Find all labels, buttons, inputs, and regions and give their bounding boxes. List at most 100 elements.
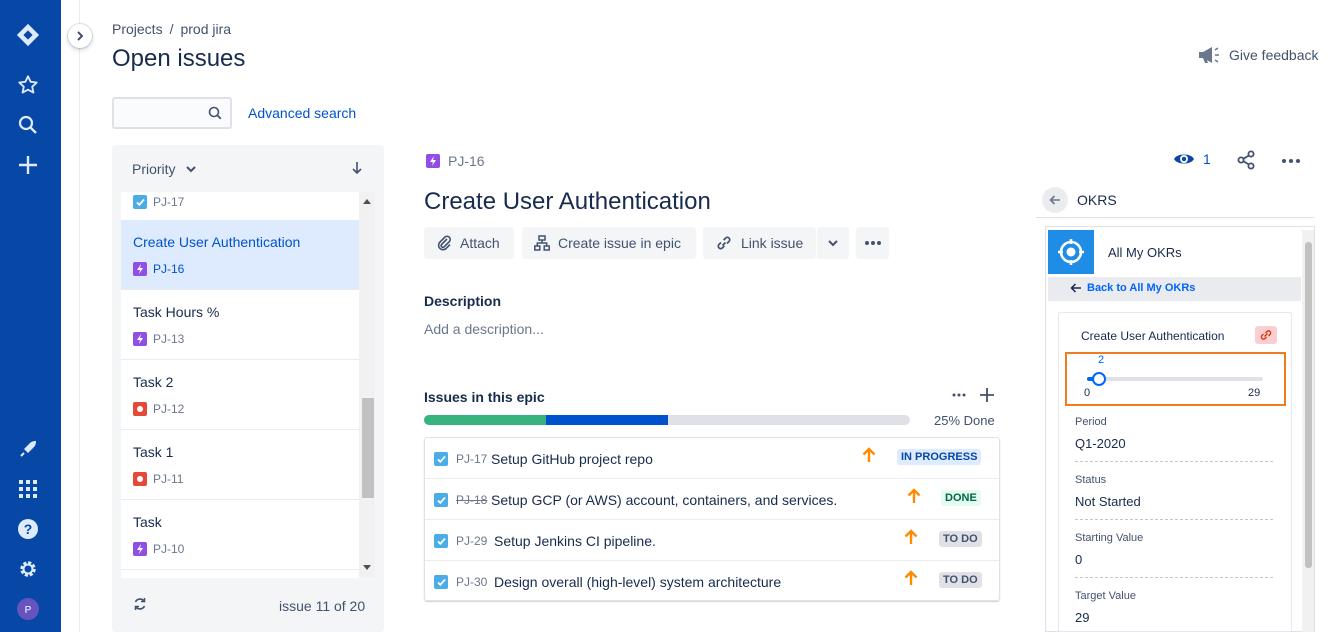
task-icon [434,452,448,466]
star-icon[interactable] [16,73,40,97]
issue-summary[interactable]: Setup Jenkins CI pipeline. [494,533,656,549]
issue-key-link[interactable]: PJ-16 [426,153,485,169]
share-icon[interactable] [1236,150,1256,175]
scroll-up-icon[interactable] [363,198,371,204]
pager-label: issue 11 of 20 [279,598,366,614]
avatar[interactable]: P [16,597,40,621]
paperclip-icon [437,235,451,251]
breadcrumb-projects[interactable]: Projects [112,21,163,37]
epic-icon [426,154,440,168]
table-row[interactable]: PJ-29 Setup Jenkins CI pipeline. TO DO [425,520,999,561]
status-badge[interactable]: IN PROGRESS [897,449,982,465]
link-issue-button[interactable]: Link issue [703,227,816,259]
issue-key[interactable]: PJ-18 [456,493,487,507]
okr-scrollbar-thumb[interactable] [1305,242,1312,568]
sort-order-button[interactable] [352,161,362,177]
more-toolbar-button[interactable] [856,227,889,259]
progress-slider-track[interactable] [1087,377,1263,381]
search-input[interactable] [112,97,232,129]
issue-key: PJ-16 [153,262,185,276]
epic-icon [133,542,147,556]
ellipsis-icon [864,241,881,245]
status-badge[interactable]: TO DO [939,531,982,547]
arrow-down-icon [352,162,362,175]
status-value: Not Started [1075,494,1141,509]
starting-value-label: Starting Value [1075,532,1144,544]
progress-in-progress-segment [546,415,668,425]
issue-key[interactable]: PJ-29 [456,534,487,548]
priority-high-icon [862,447,876,462]
description-heading: Description [424,293,502,309]
apps-grid-icon[interactable] [16,477,40,501]
issue-key[interactable]: PJ-17 [456,452,487,466]
list-item[interactable]: Task PJ-10 [121,500,359,570]
issue-key[interactable]: PJ-30 [456,575,487,589]
chevron-down-icon [185,166,196,173]
task-icon [434,493,448,507]
bug-icon [133,472,147,486]
list-item-selected[interactable]: Create User Authentication PJ-16 [121,220,359,290]
issue-key: PJ-11 [153,472,184,486]
arrow-left-icon [1070,283,1081,293]
plus-icon[interactable] [980,388,994,402]
svg-text:P: P [25,605,32,616]
breadcrumb-project[interactable]: prod jira [180,21,231,37]
advanced-search-link[interactable]: Advanced search [248,105,356,121]
hierarchy-icon [534,235,550,251]
issue-title: Task 1 [133,444,174,460]
scroll-down-icon[interactable] [363,565,371,571]
ellipsis-icon[interactable] [952,393,966,397]
global-navigation: ? P [0,0,61,632]
list-item[interactable]: Task 2 PJ-12 [121,360,359,430]
issue-key: PJ-17 [153,195,185,209]
task-icon [434,575,448,589]
chevron-down-icon [828,240,838,247]
progress-label: 25% Done [934,413,995,428]
gear-icon[interactable] [16,557,40,581]
priority-high-icon [907,488,921,503]
issue-summary[interactable]: Setup GitHub project repo [491,451,653,467]
sort-priority-dropdown[interactable]: Priority [132,161,196,177]
table-row[interactable]: PJ-18 Setup GCP (or AWS) account, contai… [425,479,999,520]
issue-summary[interactable]: Design overall (high-level) system archi… [494,574,781,590]
description-field[interactable]: Add a description... [424,321,544,337]
list-item[interactable]: PJ-17 [121,192,359,223]
table-row[interactable]: PJ-30 Design overall (high-level) system… [425,561,999,602]
issue-title[interactable]: Create User Authentication [424,188,711,216]
help-icon[interactable]: ? [16,517,40,541]
okr-app-title: All My OKRs [1108,245,1182,260]
expand-sidebar-button[interactable] [68,24,92,48]
refresh-icon[interactable] [133,597,147,614]
okr-back-button[interactable] [1042,187,1068,213]
progress-slider-handle[interactable] [1092,372,1106,386]
search-icon [208,106,222,120]
unlink-icon[interactable] [1255,326,1277,344]
table-row[interactable]: PJ-17 Setup GitHub project repo IN PROGR… [425,438,999,479]
watcher-count: 1 [1203,151,1211,167]
jira-logo-icon[interactable] [16,23,40,47]
create-issue-in-epic-button[interactable]: Create issue in epic [522,227,696,259]
more-actions-icon[interactable] [1280,150,1302,175]
plus-icon[interactable] [16,153,40,177]
search-icon[interactable] [16,113,40,137]
back-to-okrs-link[interactable]: Back to All My OKRs [1070,282,1195,294]
give-feedback-button[interactable]: Give feedback [1198,46,1319,64]
list-scrollbar-thumb[interactable] [362,398,374,498]
target-value: 29 [1075,610,1090,625]
list-item[interactable]: Task Hours % PJ-13 [121,290,359,360]
list-scrollbar[interactable] [359,192,375,577]
period-label: Period [1075,416,1107,428]
list-item[interactable]: Task 1 PJ-11 [121,430,359,500]
issue-summary[interactable]: Setup GCP (or AWS) account, containers, … [491,492,837,508]
period-value: Q1-2020 [1075,436,1126,451]
status-badge[interactable]: TO DO [939,572,982,588]
issue-title: Task [133,514,162,530]
sidebar-collapsed [61,0,80,632]
rocket-icon[interactable] [16,437,40,461]
link-issue-dropdown[interactable] [817,227,849,259]
status-badge[interactable]: DONE [941,490,981,506]
attach-button[interactable]: Attach [424,227,514,259]
task-icon [133,195,147,209]
issue-list: PJ-17 Create User Authentication PJ-16 T… [121,192,359,578]
watch-button[interactable]: 1 [1173,151,1211,167]
